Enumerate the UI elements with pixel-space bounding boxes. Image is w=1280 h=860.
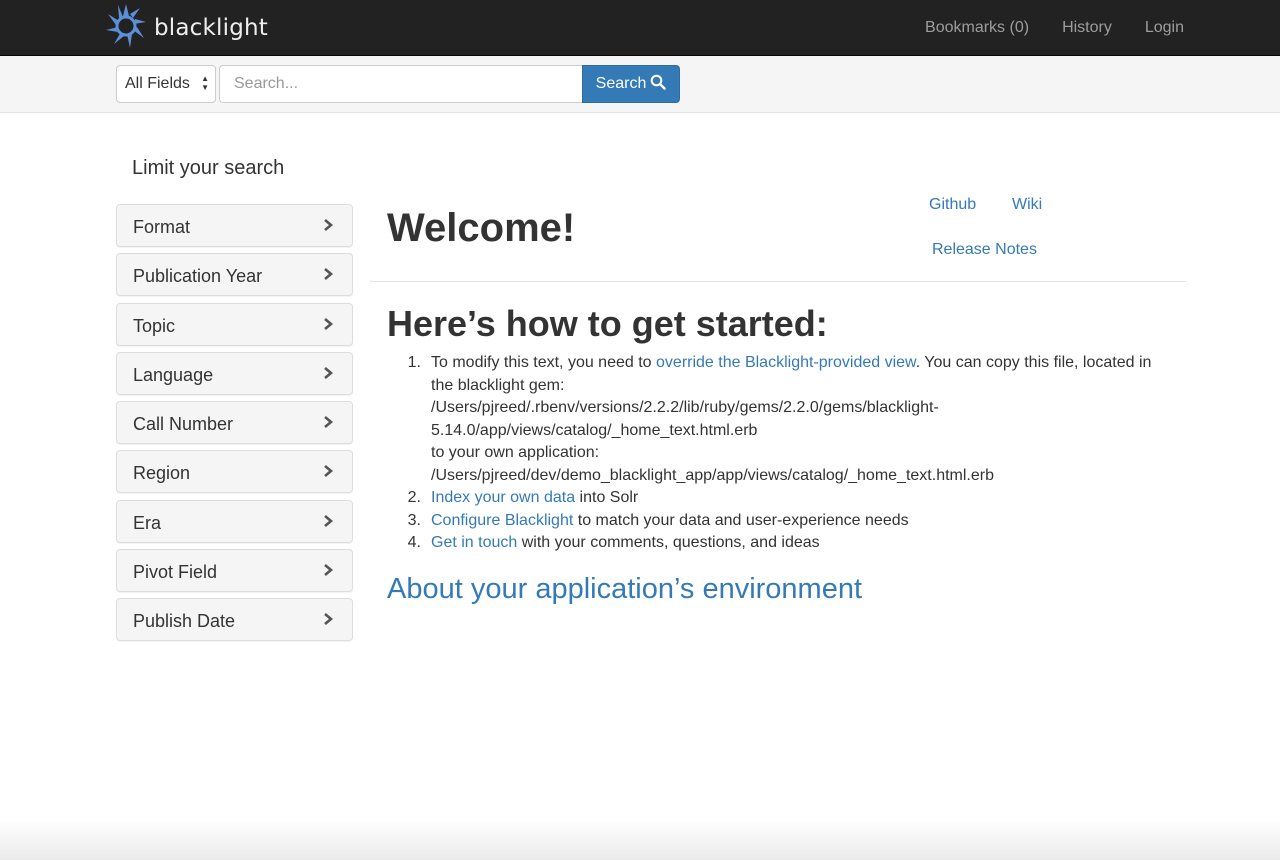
index-data-link[interactable]: Index your own data [431,489,575,506]
facet-label: Region [133,463,191,484]
search-icon [650,74,667,95]
search-button-label: Search [595,75,647,92]
facet-label: Publish Date [133,611,236,632]
facet-publication-year[interactable]: Publication Year [116,253,353,297]
list-item: 1. To modify this text, you need to over… [387,352,1177,487]
facet-region[interactable]: Region [116,450,353,494]
search-input[interactable]: Search... [219,65,583,103]
chevron-right-icon [324,514,334,527]
brand-name: blacklight [154,15,269,41]
blacklight-logo-icon [104,2,148,55]
step-text-pre: To modify this text, you need to [431,354,657,371]
top-nav: Bookmarks (0) History Login [892,0,1184,55]
search-field-select[interactable]: All Fields ▲ ▼ [116,65,216,103]
nav-history[interactable]: History [1062,19,1112,37]
facet-list: Format Publication Year Topic Language C… [116,204,353,648]
facet-label: Language [133,364,214,385]
nav-bookmarks[interactable]: Bookmarks (0) [925,19,1029,37]
bottom-shadow [0,820,1280,860]
step-number: 4. [407,534,421,551]
chevron-right-icon [324,416,334,429]
step-number: 1. [407,354,421,371]
chevron-right-icon [324,366,334,379]
facet-call-number[interactable]: Call Number [116,401,353,445]
step-text: To modify this text, you need to overrid… [431,352,1177,487]
top-navbar: blacklight Bookmarks (0) History Login [0,0,1280,56]
facet-era[interactable]: Era [116,499,353,543]
facet-language[interactable]: Language [116,351,353,395]
chevron-right-icon [324,317,334,330]
facet-publish-date[interactable]: Publish Date [116,598,353,642]
select-arrows-icon: ▲ ▼ [201,74,209,92]
facet-topic[interactable]: Topic [116,302,353,346]
facet-label: Era [133,512,162,533]
chevron-right-icon [324,219,334,231]
app-path: /Users/pjreed/dev/demo_blacklight_app/ap… [431,466,994,484]
search-bar: All Fields ▲ ▼ Search... Search [0,56,1280,113]
facet-label: Pivot Field [133,562,218,583]
search-field-value: All Fields [125,75,190,92]
step-text: Index your own data into Solr [431,487,638,510]
facet-format[interactable]: Format [116,204,353,247]
facet-label: Format [133,217,191,237]
facet-label: Publication Year [133,266,263,287]
chevron-right-icon [324,268,334,281]
facet-label: Topic [133,315,176,336]
step-number: 2. [407,489,421,506]
step-text-post: into Solr [575,489,639,506]
search-button[interactable]: Search [582,65,680,103]
chevron-right-icon [324,564,334,577]
step-text: Get in touch with your comments, questio… [431,532,820,555]
list-item: 2. Index your own data into Solr [387,487,1177,510]
facet-pivot-field[interactable]: Pivot Field [116,549,353,593]
github-link[interactable]: Github [929,196,976,214]
list-item: 3. Configure Blacklight to match your da… [387,510,1177,533]
step-text-post: to match your data and user-experience n… [573,511,909,529]
step-text-mid: to your own application: [431,444,600,461]
chevron-right-icon [324,465,334,478]
configure-blacklight-link[interactable]: Configure Blacklight [431,512,573,529]
nav-login[interactable]: Login [1145,19,1184,37]
getting-started-heading: Here’s how to get started: [387,303,828,344]
step-number: 3. [407,511,421,529]
divider [370,281,1186,282]
list-item: 4. Get in touch with your comments, ques… [387,532,1177,555]
override-view-link[interactable]: override the Blacklight-provided view [656,354,916,371]
welcome-heading: Welcome! [387,206,576,250]
brand-link[interactable]: blacklight [104,2,268,54]
step-text: Configure Blacklight to match your data … [431,510,909,533]
release-notes-link[interactable]: Release Notes [932,241,1037,259]
gem-path: /Users/pjreed/.rbenv/versions/2.2.2/lib/… [431,399,939,439]
sidebar-title: Limit your search [132,157,285,179]
facet-label: Call Number [133,414,234,435]
chevron-right-icon [324,613,334,626]
step-text-post: with your comments, questions, and ideas [517,534,820,551]
steps-list: 1. To modify this text, you need to over… [387,352,1177,555]
wiki-link[interactable]: Wiki [1012,196,1042,214]
get-in-touch-link[interactable]: Get in touch [431,534,517,551]
about-environment-link[interactable]: About your application’s environment [387,573,862,606]
